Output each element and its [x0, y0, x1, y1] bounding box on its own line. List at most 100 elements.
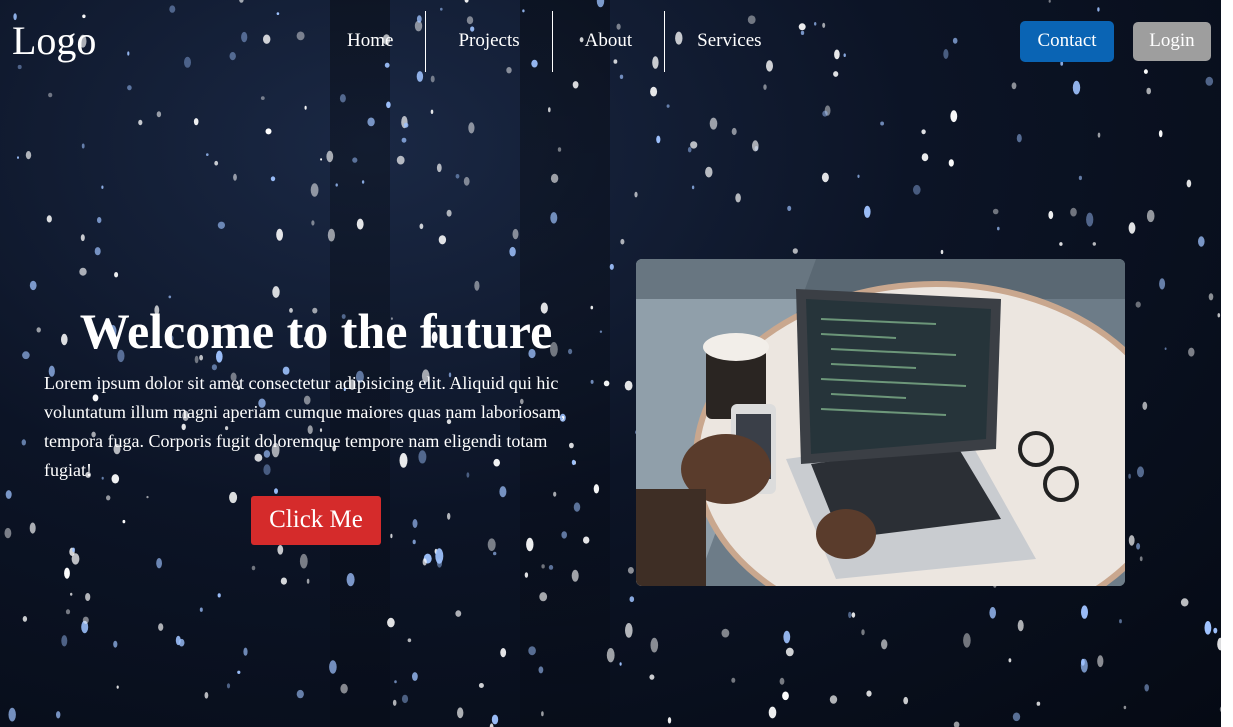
contact-button[interactable]: Contact	[1020, 21, 1114, 62]
star-light	[493, 551, 497, 556]
star-light	[237, 670, 241, 674]
star-light	[1086, 212, 1094, 227]
star-light	[1097, 7, 1100, 12]
star-light	[1180, 598, 1189, 607]
star-light	[1213, 627, 1218, 634]
star-light	[691, 185, 695, 190]
star-light	[386, 101, 391, 109]
star-light	[735, 193, 741, 203]
star-light	[627, 567, 634, 574]
star-light	[214, 160, 219, 166]
star-light	[1217, 313, 1221, 318]
star-light	[834, 49, 840, 60]
star-light	[509, 246, 516, 257]
star-light	[948, 159, 954, 167]
star-light	[690, 141, 698, 149]
star-light	[263, 34, 271, 44]
star-light	[571, 569, 579, 582]
star-light	[629, 596, 635, 603]
star-light	[367, 117, 375, 127]
star-light	[241, 31, 248, 43]
scrollbar[interactable]	[1221, 0, 1227, 727]
logo[interactable]: Logo	[12, 18, 96, 64]
star-light	[304, 105, 307, 110]
star-light	[101, 185, 104, 189]
star-light	[138, 119, 143, 126]
star-light	[56, 711, 61, 719]
star-light	[1142, 401, 1148, 410]
star-light	[403, 122, 409, 128]
star-light	[70, 592, 73, 596]
star-light	[22, 616, 28, 622]
star-light	[603, 380, 610, 387]
star-light	[412, 672, 418, 681]
star-light	[590, 379, 594, 384]
star-light	[821, 172, 829, 183]
star-light	[455, 610, 462, 617]
star-light	[843, 53, 846, 57]
star-light	[270, 176, 276, 182]
star-light	[903, 696, 909, 705]
click-me-button[interactable]: Click Me	[251, 496, 381, 545]
star-light	[106, 495, 111, 501]
star-light	[17, 64, 22, 70]
star-light	[97, 217, 102, 224]
star-light	[276, 228, 283, 241]
star-light	[997, 226, 1000, 231]
star-light	[548, 107, 551, 113]
star-light	[785, 647, 794, 657]
star-light	[512, 228, 519, 240]
nav-home[interactable]: Home	[315, 11, 425, 72]
star-light	[548, 565, 554, 570]
star-light	[296, 31, 305, 41]
star-light	[361, 180, 365, 184]
star-light	[276, 12, 280, 16]
star-light	[705, 166, 713, 178]
login-button[interactable]: Login	[1133, 22, 1211, 61]
star-light	[779, 677, 785, 685]
star-light	[1128, 473, 1131, 479]
star-light	[22, 351, 30, 360]
star-light	[229, 52, 236, 61]
star-light	[666, 104, 670, 108]
star-light	[280, 577, 287, 585]
star-light	[65, 609, 71, 615]
star-light	[989, 607, 996, 619]
star-light	[327, 228, 335, 242]
nav-about[interactable]: About	[553, 11, 665, 72]
star-light	[61, 635, 68, 647]
star-light	[881, 639, 888, 650]
star-light	[116, 685, 119, 689]
star-light	[127, 51, 130, 56]
star-light	[46, 215, 52, 223]
star-light	[1205, 76, 1214, 86]
star-light	[950, 110, 958, 123]
star-light	[721, 628, 730, 638]
star-light	[541, 711, 544, 717]
star-light	[401, 694, 409, 704]
star-light	[79, 267, 87, 276]
star-light	[992, 208, 999, 215]
star-light	[800, 30, 805, 35]
star-light	[913, 184, 921, 195]
star-light	[921, 129, 926, 135]
star-light	[310, 183, 319, 197]
star-light	[667, 717, 672, 724]
star-light	[1146, 209, 1155, 223]
star-light	[265, 128, 272, 135]
star-light	[81, 143, 85, 149]
star-light	[752, 140, 759, 152]
star-light	[412, 519, 418, 528]
star-light	[438, 235, 447, 245]
nav-projects[interactable]: Projects	[426, 11, 551, 72]
star-light	[217, 221, 225, 229]
hero-image	[636, 259, 1125, 586]
star-light	[1188, 347, 1195, 357]
nav-services[interactable]: Services	[665, 11, 793, 72]
star-light	[1128, 535, 1135, 546]
star-light	[419, 223, 424, 230]
star-light	[206, 153, 209, 157]
star-light	[1146, 87, 1151, 95]
star-light	[1048, 210, 1054, 220]
star-light	[329, 660, 337, 674]
